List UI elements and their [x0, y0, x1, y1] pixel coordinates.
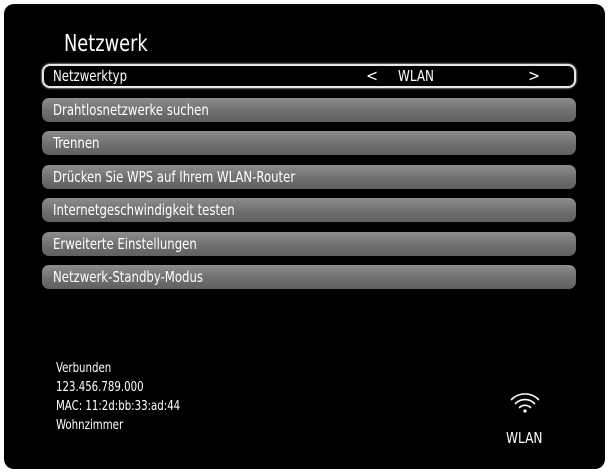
menu-item-label: Drücken Sie WPS auf Ihrem WLAN-Router: [53, 167, 296, 186]
menu-item-label: Erweiterte Einstellungen: [53, 234, 197, 253]
wifi-icon: [510, 393, 540, 413]
connection-type-label: WLAN: [506, 429, 543, 447]
network-menu: Netzwerktyp < WLAN > Drahtlosnetzwerke s…: [42, 64, 576, 299]
menu-item-label: Trennen: [53, 134, 100, 152]
connection-status: Verbunden 123.456.789.000 MAC: 11:2d:bb:…: [56, 359, 204, 435]
menu-item-network-standby[interactable]: Netzwerk-Standby-Modus: [42, 265, 576, 289]
connection-state: Verbunden: [56, 360, 112, 376]
menu-item-wps[interactable]: Drücken Sie WPS auf Ihrem WLAN-Router: [42, 164, 576, 189]
menu-item-disconnect[interactable]: Trennen: [42, 131, 576, 155]
arrow-left-icon[interactable]: <: [366, 66, 378, 86]
menu-item-label: Netzwerk-Standby-Modus: [53, 268, 204, 286]
menu-item-label: Drahtlosnetzwerke suchen: [53, 100, 209, 119]
arrow-right-icon[interactable]: >: [528, 66, 540, 86]
menu-item-label: Internetgeschwindigkeit testen: [53, 201, 235, 219]
network-location: Wohnzimmer: [56, 417, 124, 433]
menu-item-advanced-settings[interactable]: Erweiterte Einstellungen: [42, 231, 576, 256]
page-title: Netzwerk: [64, 31, 148, 57]
menu-item-scan-wireless[interactable]: Drahtlosnetzwerke suchen: [42, 97, 576, 122]
network-type-value: WLAN: [398, 67, 435, 85]
mac-address: MAC: 11:2d:bb:33:ad:44: [56, 398, 181, 414]
menu-item-network-type[interactable]: Netzwerktyp < WLAN >: [42, 64, 576, 88]
ip-address: 123.456.789.000: [56, 379, 144, 395]
menu-item-speed-test[interactable]: Internetgeschwindigkeit testen: [42, 198, 576, 222]
tv-screen: Netzwerk Netzwerktyp < WLAN > Drahtlosne…: [4, 4, 605, 469]
menu-item-label: Netzwerktyp: [53, 67, 128, 85]
